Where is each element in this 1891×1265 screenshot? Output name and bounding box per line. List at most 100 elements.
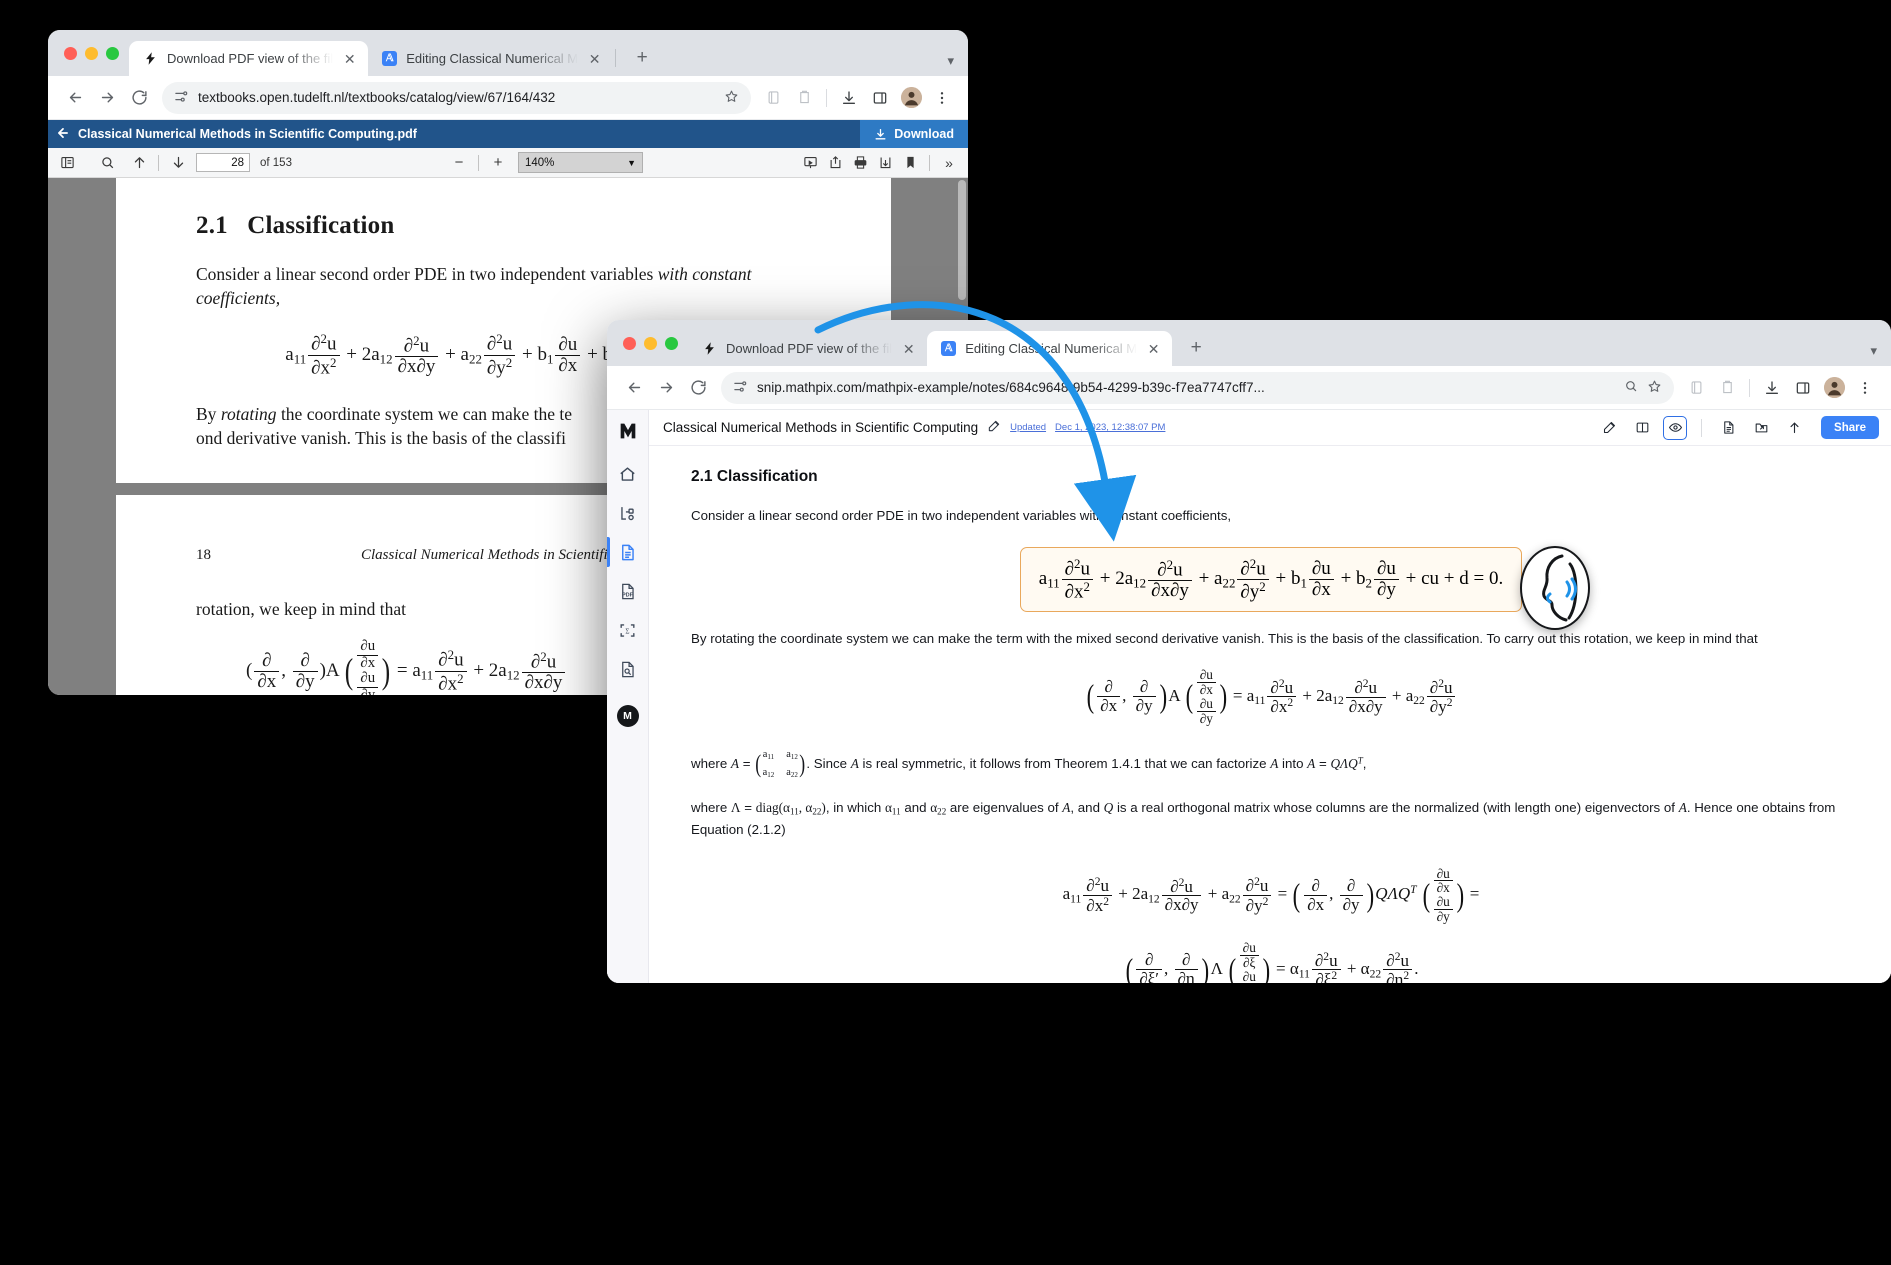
preview-eye-icon[interactable] xyxy=(1663,415,1688,440)
url-text: snip.mathpix.com/mathpix-example/notes/6… xyxy=(757,380,1265,395)
sidebar-item-folders[interactable] xyxy=(615,500,641,526)
document-content[interactable]: 2.1 Classification Consider a linear sec… xyxy=(649,446,1891,983)
upload-icon[interactable] xyxy=(1782,416,1806,440)
content-paragraph-3: where A = (a11 a12 a12 a22). Since A is rea… xyxy=(691,748,1367,779)
more-tools-icon[interactable]: » xyxy=(938,152,960,174)
mathpix-app: PDF Σ M Classical Numerical Methods in S… xyxy=(607,410,1891,983)
content-heading: 2.1 Classification xyxy=(691,468,818,485)
sidebar-toggle-icon[interactable] xyxy=(56,152,78,174)
omnibox-bar: textbooks.open.tudelft.nl/textbooks/cata… xyxy=(48,76,968,120)
extensions-icon[interactable] xyxy=(1713,374,1741,402)
reading-list-icon[interactable] xyxy=(759,84,787,112)
extensions-icon[interactable] xyxy=(790,84,818,112)
tab-list-chevron-down-icon[interactable]: ▾ xyxy=(947,53,954,69)
back-icon[interactable] xyxy=(619,373,649,403)
tab-title: Editing Classical Numerical M xyxy=(406,51,579,66)
tab-download-pdf[interactable]: Download PDF view of the fil ✕ xyxy=(129,41,369,76)
maximize-window-button[interactable] xyxy=(665,336,678,350)
tab-title: Editing Classical Numerical M xyxy=(965,341,1138,356)
close-tab-icon[interactable]: ✕ xyxy=(586,50,603,67)
pdf-back-icon[interactable] xyxy=(48,126,78,143)
pencil-square-icon[interactable] xyxy=(987,419,1001,436)
sidebar-item-pdf[interactable]: PDF xyxy=(615,578,641,604)
reading-list-icon[interactable] xyxy=(1682,374,1710,402)
tab-title: Download PDF view of the fil xyxy=(726,341,893,356)
tab-editing-mathpix[interactable]: 𝔸 Editing Classical Numerical M ✕ xyxy=(927,331,1173,366)
new-tab-button[interactable]: + xyxy=(628,44,656,72)
share-button[interactable]: Share xyxy=(1821,416,1879,439)
mathpix-logo-icon xyxy=(615,418,641,444)
document-header: Classical Numerical Methods in Scientifi… xyxy=(649,410,1891,446)
print-icon[interactable] xyxy=(849,152,871,174)
previous-page-icon[interactable] xyxy=(128,152,150,174)
sidebar-item-home[interactable] xyxy=(615,461,641,487)
tab-strip: Download PDF view of the fil ✕ 𝔸 Editing… xyxy=(48,30,968,76)
toolbar-divider xyxy=(1749,378,1750,397)
sidebar-item-documents[interactable] xyxy=(607,537,641,567)
header-divider xyxy=(1701,418,1703,437)
site-settings-icon[interactable] xyxy=(733,379,748,397)
avatar[interactable] xyxy=(1820,374,1848,402)
tab-editing-mathpix[interactable]: 𝔸 Editing Classical Numerical M ✕ xyxy=(368,41,613,76)
pdf-heading: 2.1 Classification xyxy=(196,212,395,239)
download-button[interactable]: Download xyxy=(860,120,968,148)
export-doc-icon[interactable] xyxy=(1716,416,1740,440)
presentation-mode-icon[interactable] xyxy=(799,152,821,174)
close-window-button[interactable] xyxy=(623,336,636,350)
back-icon[interactable] xyxy=(60,83,90,113)
user-avatar[interactable]: M xyxy=(616,705,639,727)
svg-text:Σ: Σ xyxy=(625,627,629,635)
tab-download-pdf[interactable]: Download PDF view of the fil ✕ xyxy=(688,331,927,366)
page-number-input[interactable]: 28 xyxy=(196,153,250,172)
reload-icon[interactable] xyxy=(124,83,154,113)
zoom-value: 140% xyxy=(525,156,555,169)
forward-icon[interactable] xyxy=(651,373,681,403)
scrollbar-thumb[interactable] xyxy=(958,180,966,300)
search-in-page-icon[interactable] xyxy=(1624,379,1638,396)
chevron-down-icon: ▼ xyxy=(627,157,636,168)
chrome-menu-icon[interactable] xyxy=(928,84,956,112)
bookmark-star-icon[interactable] xyxy=(1647,379,1662,397)
minimize-window-button[interactable] xyxy=(85,46,98,60)
next-page-icon[interactable] xyxy=(167,152,189,174)
zoom-in-button[interactable]: + xyxy=(487,152,509,174)
lightning-icon xyxy=(701,340,718,357)
close-tab-icon[interactable]: ✕ xyxy=(1145,340,1162,357)
side-panel-icon[interactable] xyxy=(866,84,894,112)
close-tab-icon[interactable]: ✕ xyxy=(341,50,358,67)
document-title[interactable]: Classical Numerical Methods in Scientifi… xyxy=(663,420,978,435)
open-in-new-icon[interactable] xyxy=(824,152,846,174)
pdf-paragraph-1: Consider a linear second order PDE in tw… xyxy=(196,264,752,309)
address-bar[interactable]: snip.mathpix.com/mathpix-example/notes/6… xyxy=(721,371,1674,404)
minimize-window-button[interactable] xyxy=(644,336,657,350)
edit-mode-icon[interactable] xyxy=(1597,416,1621,440)
zoom-out-button[interactable]: − xyxy=(448,152,470,174)
new-tab-button[interactable]: + xyxy=(1182,334,1210,362)
sidebar-item-image-search[interactable] xyxy=(615,656,641,682)
search-icon[interactable] xyxy=(96,152,118,174)
window-controls xyxy=(621,320,688,366)
content-equation-2: a11 ∂2u ∂x2 + 2a12 ∂2u ∂x∂y + a22 ∂2u ∂y2 = (∂… xyxy=(1062,865,1480,983)
side-panel-icon[interactable] xyxy=(1789,374,1817,402)
move-to-folder-icon[interactable] xyxy=(1749,416,1773,440)
bookmark-star-icon[interactable] xyxy=(724,89,739,107)
bookmark-icon[interactable] xyxy=(899,152,921,174)
forward-icon[interactable] xyxy=(92,83,122,113)
reload-icon[interactable] xyxy=(683,373,713,403)
address-bar[interactable]: textbooks.open.tudelft.nl/textbooks/cata… xyxy=(162,81,751,114)
maximize-window-button[interactable] xyxy=(106,46,119,60)
chrome-menu-icon[interactable] xyxy=(1851,374,1879,402)
split-view-icon[interactable] xyxy=(1630,416,1654,440)
save-icon[interactable] xyxy=(874,152,896,174)
site-settings-icon[interactable] xyxy=(174,89,189,107)
omnibox-actions xyxy=(759,84,956,112)
close-window-button[interactable] xyxy=(64,46,77,60)
zoom-select[interactable]: 140% ▼ xyxy=(518,152,643,173)
sidebar-item-snip-math[interactable]: Σ xyxy=(615,617,641,643)
close-tab-icon[interactable]: ✕ xyxy=(900,340,917,357)
highlighted-equation-2-1-1[interactable]: a11 ∂2u ∂x2 + 2a12 ∂2u ∂x∂y + a22 ∂2u ∂y2 + b1… xyxy=(1019,546,1523,613)
download-icon[interactable] xyxy=(835,84,863,112)
download-icon[interactable] xyxy=(1758,374,1786,402)
avatar[interactable] xyxy=(897,84,925,112)
tab-list-chevron-down-icon[interactable]: ▾ xyxy=(1870,343,1877,359)
